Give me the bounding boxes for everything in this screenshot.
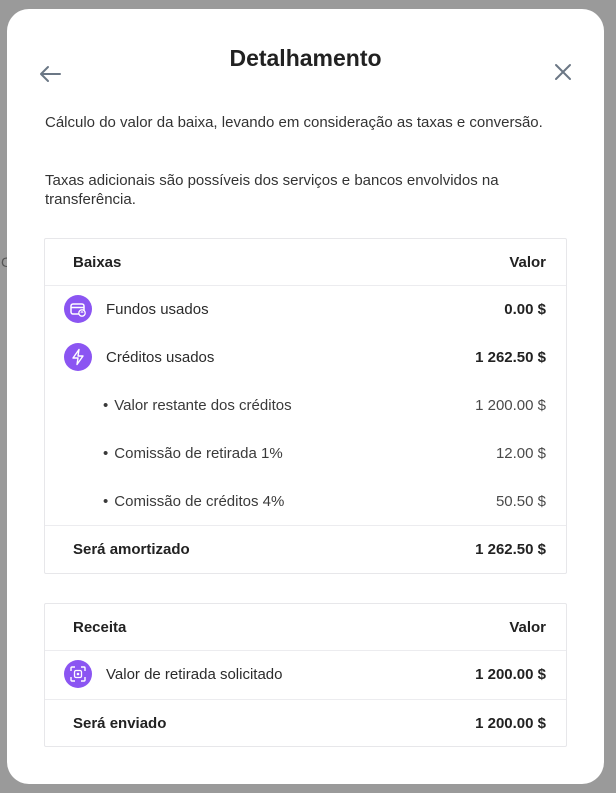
receita-total-row: Será enviado 1 200.00 $ [45, 700, 566, 746]
sub-row-label: Comissão de créditos 4% [114, 492, 285, 510]
bullet: • [103, 444, 109, 462]
row-value: 1 200.00 $ [475, 665, 546, 683]
receita-table: Receita Valor Valor de retirada solicita… [44, 603, 567, 747]
baixas-table: Baixas Valor Fundos usados 0.00 $ Crédit… [44, 238, 567, 574]
receita-header-row: Receita Valor [45, 604, 566, 650]
divider [45, 650, 566, 651]
receita-header-label: Receita [73, 618, 127, 636]
modal-title: Detalhamento [229, 45, 382, 71]
close-icon [555, 64, 571, 80]
table-row-creditos-usados: Créditos usados 1 262.50 $ [45, 341, 566, 373]
detalhamento-modal: Detalhamento Cálculo do valor da baixa, … [7, 9, 604, 784]
sub-row-value: 12.00 $ [495, 444, 546, 462]
baixas-header-row: Baixas Valor [45, 239, 566, 285]
scan-withdraw-icon [64, 660, 92, 688]
close-button[interactable] [551, 60, 575, 84]
total-label: Será enviado [73, 714, 167, 732]
wallet-refresh-icon [64, 295, 92, 323]
baixas-total-row: Será amortizado 1 262.50 $ [45, 526, 566, 573]
sub-row-label: Comissão de retirada 1% [114, 444, 283, 462]
total-value: 1 200.00 $ [475, 714, 546, 732]
sub-row-valor-restante: • Valor restante dos créditos 1 200.00 $ [45, 391, 566, 419]
bullet: • [103, 492, 109, 510]
sub-row-comissao-retirada: • Comissão de retirada 1% 12.00 $ [45, 439, 566, 467]
bullet: • [103, 396, 109, 414]
baixas-header-value: Valor [509, 253, 546, 271]
table-row-fundos-usados: Fundos usados 0.00 $ [45, 293, 566, 325]
description-fees: Taxas adicionais são possíveis dos servi… [45, 172, 499, 208]
row-label: Créditos usados [106, 348, 215, 366]
total-label: Será amortizado [73, 541, 190, 558]
row-label: Valor de retirada solicitado [106, 665, 283, 683]
description-calculation: Cálculo do valor da baixa, levando em co… [45, 114, 543, 131]
total-value: 1 262.50 $ [475, 541, 546, 558]
table-row-valor-retirada: Valor de retirada solicitado 1 200.00 $ [45, 658, 566, 690]
sub-row-comissao-creditos: • Comissão de créditos 4% 50.50 $ [45, 487, 566, 515]
divider [45, 285, 566, 286]
row-value: 1 262.50 $ [475, 348, 546, 366]
sub-row-value: 50.50 $ [495, 492, 546, 510]
lightning-icon [64, 343, 92, 371]
row-label: Fundos usados [106, 300, 209, 318]
baixas-header-label: Baixas [73, 253, 122, 271]
row-value: 0.00 $ [504, 300, 546, 318]
receita-header-value: Valor [509, 618, 546, 636]
sub-row-value: 1 200.00 $ [475, 396, 546, 414]
sub-row-label: Valor restante dos créditos [114, 396, 292, 414]
